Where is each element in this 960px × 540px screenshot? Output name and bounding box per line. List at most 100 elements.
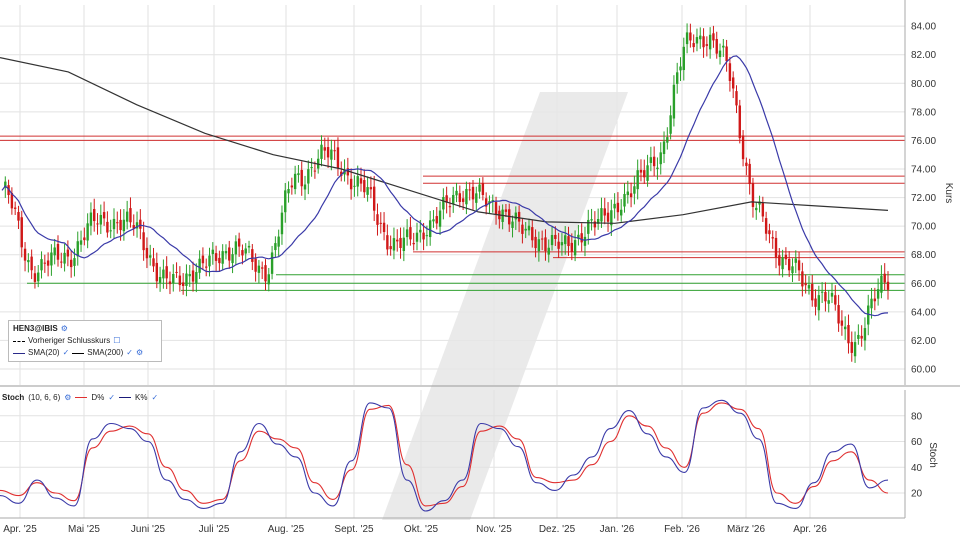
candle-body xyxy=(195,271,198,284)
stoch-d-label: D% xyxy=(91,392,105,402)
k-check-icon[interactable]: ✓ xyxy=(151,393,158,402)
candle-body xyxy=(834,295,837,305)
price-axis-title: Kurs xyxy=(943,183,954,204)
candle-body xyxy=(718,50,722,58)
candle-body xyxy=(666,137,669,143)
candle-body xyxy=(201,255,205,264)
candle-body xyxy=(231,254,234,264)
candle-body xyxy=(428,220,432,238)
candle-body xyxy=(876,289,880,299)
candle-body xyxy=(764,218,768,234)
price-tick-label: 72.00 xyxy=(911,193,936,204)
candle-body xyxy=(669,115,672,134)
candle-body xyxy=(847,325,850,344)
candle-body xyxy=(106,221,109,233)
candle-body xyxy=(676,72,679,84)
candle-body xyxy=(735,91,738,106)
candle-body xyxy=(471,186,475,200)
candle-body xyxy=(369,187,373,190)
candle-body xyxy=(620,209,623,216)
candle-body xyxy=(359,178,363,184)
price-tick-label: 80.00 xyxy=(911,79,936,90)
candle-body xyxy=(629,193,633,198)
candle-body xyxy=(870,298,873,309)
price-tick-label: 74.00 xyxy=(911,165,936,176)
candle-body xyxy=(652,156,656,167)
candle-body xyxy=(712,33,715,41)
support-resistance-lines xyxy=(0,135,905,291)
candle-body xyxy=(33,273,37,282)
candle-body xyxy=(224,251,228,254)
date-tick-label: Jan. '26 xyxy=(600,524,635,535)
candle-body xyxy=(824,292,827,302)
candle-body xyxy=(63,252,66,264)
candle-body xyxy=(37,272,40,282)
candle-body xyxy=(504,209,508,212)
candle-body xyxy=(303,184,307,190)
stoch-tick-label: 80 xyxy=(911,411,923,422)
candle-body xyxy=(656,167,659,170)
candle-body xyxy=(438,210,442,227)
candle-body xyxy=(293,173,297,190)
candle-body xyxy=(46,260,50,266)
date-tick-label: Sept. '25 xyxy=(334,524,374,535)
candle-body xyxy=(603,208,606,216)
candle-body xyxy=(139,219,142,229)
candle-body xyxy=(349,178,353,190)
candle-body xyxy=(277,236,280,247)
date-tick-label: Nov. '25 xyxy=(476,524,512,535)
date-tick-label: Juni '25 xyxy=(131,524,166,535)
price-tick-label: 64.00 xyxy=(911,307,936,318)
candle-body xyxy=(363,180,366,193)
candle-body xyxy=(145,247,149,259)
candle-body xyxy=(801,271,804,287)
candle-body xyxy=(573,240,577,256)
prev-close-checkbox[interactable]: ☐ xyxy=(113,335,120,347)
candle-body xyxy=(119,219,122,231)
candle-body xyxy=(79,240,83,245)
symbol-settings-icon[interactable]: ⚙ xyxy=(61,323,68,335)
candle-body xyxy=(264,265,267,282)
candle-body xyxy=(787,258,791,271)
candle-body xyxy=(402,237,406,251)
price-tick-label: 82.00 xyxy=(911,50,936,61)
stoch-k-label: K% xyxy=(135,392,148,402)
candle-body xyxy=(333,150,336,152)
candle-body xyxy=(781,257,784,270)
candle-body xyxy=(659,152,662,165)
candle-body xyxy=(830,292,834,297)
price-tick-label: 60.00 xyxy=(911,365,936,376)
candle-body xyxy=(600,208,603,222)
stoch-settings-icon[interactable]: ⚙ xyxy=(64,393,71,402)
candle-body xyxy=(804,283,807,286)
candle-body xyxy=(672,84,676,119)
sma200-check-icon[interactable]: ✓ xyxy=(126,347,133,359)
date-tick-label: Apr. '25 xyxy=(3,524,37,535)
candle-body xyxy=(205,266,208,268)
sma200-settings-icon[interactable]: ⚙ xyxy=(136,347,143,359)
price-tick-label: 66.00 xyxy=(911,279,936,290)
candle-body xyxy=(152,258,155,267)
candle-body xyxy=(478,184,481,192)
candle-body xyxy=(178,275,182,286)
d-check-icon[interactable]: ✓ xyxy=(108,393,115,402)
candle-body xyxy=(699,35,702,40)
candle-body xyxy=(715,38,718,54)
candle-body xyxy=(112,218,116,230)
candle-body xyxy=(280,212,284,235)
candle-body xyxy=(425,235,429,237)
candle-body xyxy=(188,274,191,277)
candle-body xyxy=(883,273,886,283)
sma20-check-icon[interactable]: ✓ xyxy=(63,347,70,359)
candle-body xyxy=(386,235,389,250)
candle-body xyxy=(511,221,514,228)
candle-body xyxy=(623,193,626,207)
candle-body xyxy=(626,191,629,196)
candle-body xyxy=(814,298,817,307)
candle-body xyxy=(244,248,247,254)
candle-body xyxy=(692,43,695,48)
candle-body xyxy=(537,239,541,252)
candle-body xyxy=(93,208,96,222)
candle-body xyxy=(560,242,564,246)
candle-body xyxy=(850,342,853,353)
